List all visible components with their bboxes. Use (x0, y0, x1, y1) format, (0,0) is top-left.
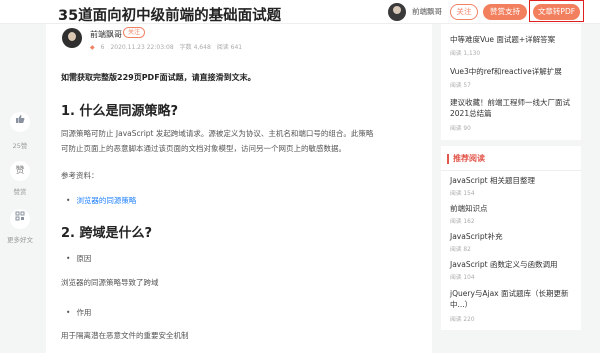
page-scrollbar[interactable] (590, 24, 600, 353)
recommended-item-title[interactable]: jQuery与Ajax 面试题库（长期更新 (450, 289, 569, 299)
recommended-item-reads: 阅读 154 (450, 191, 475, 197)
likes-count: 6 (100, 44, 105, 51)
heading-same-origin: 1. 什么是同源策略? (61, 104, 179, 119)
grid-icon (15, 211, 25, 224)
related-item-title[interactable]: 建议收藏！前端工程师一线大厂面试 (450, 98, 570, 108)
left-action-rail: 25赞 赞 赞赏 更多好文 (0, 24, 44, 353)
bullet-reason: 原因 (66, 253, 91, 264)
recommended-item-title[interactable]: 前端知识点 (450, 204, 488, 214)
like-count: 25赞 (12, 142, 28, 150)
top-header: 35道面向初中级前端的基础面试题 前端飘哥 关注 赞赏支持 文章转PDF (0, 0, 600, 24)
recommended-heading: 推荐阅读 (447, 154, 485, 164)
recommended-item-title[interactable]: JavaScript 函数定义与函数调用 (450, 260, 557, 270)
article-meta: ◆ 6 2020.11.23 22:03:08 字数 4,648 阅读 641 (90, 42, 248, 51)
related-item-title-cont[interactable]: 2021总结篇 (450, 109, 492, 119)
publish-date: 2020.11.23 22:03:08 (110, 44, 174, 51)
reference-item: 浏览器的同源策略 (66, 195, 136, 206)
like-button[interactable] (10, 112, 30, 132)
recommended-item-reads: 阅读 162 (450, 219, 475, 225)
reward-label: 赞赏 (13, 188, 27, 196)
reward-icon: 赞 (15, 166, 25, 176)
article-author-name[interactable]: 前端飘哥 (90, 29, 122, 40)
pdf-notice: 如需获取完整版229页PDF面试题，请直接滑到文末。 (61, 73, 256, 82)
recommended-item-reads: 阅读 82 (450, 247, 471, 253)
paragraph-line: 可防止页面上的恶意脚本通过该页面的文档对象模型，访问另一个网页上的敏感数据。 (61, 144, 346, 153)
related-item-reads: 阅读 57 (450, 83, 471, 89)
author-avatar[interactable] (388, 3, 406, 21)
more-articles-label: 更多好文 (7, 236, 33, 244)
bullet-purpose: 作用 (66, 307, 91, 318)
paragraph-purpose: 用于隔离潜在恶意文件的重要安全机制 (61, 331, 189, 340)
page-title: 35道面向初中级前端的基础面试题 (58, 8, 282, 24)
read-count: 阅读 641 (216, 44, 243, 51)
related-item-reads: 阅读 90 (450, 126, 471, 132)
thumbs-up-icon (15, 115, 25, 127)
recommended-item-title[interactable]: JavaScript 相关题目整理 (450, 176, 535, 186)
paragraph-reason: 浏览器的同源策略导致了跨域 (61, 278, 159, 287)
recommended-item-title-cont[interactable]: 中...） (450, 300, 472, 310)
article-body: 前端飘哥 关注 ◆ 6 2020.11.23 22:03:08 字数 4,648 阅读 … (46, 24, 432, 353)
reward-button[interactable]: 赞 (10, 161, 30, 181)
follow-button[interactable]: 关注 (450, 4, 478, 20)
recommended-item-reads: 阅读 104 (450, 275, 475, 281)
recommended-item-reads: 阅读 220 (450, 317, 475, 323)
word-count: 字数 4,648 (179, 44, 211, 51)
header-author-name[interactable]: 前端飘哥 (412, 6, 442, 17)
heading-cross-origin: 2. 跨域是什么? (61, 226, 153, 241)
diamond-icon: ◆ (90, 44, 95, 51)
paragraph-line: 同源策略可防止 JavaScript 发起跨域请求。源被定义为协议、主机名和端口… (61, 129, 374, 138)
support-button[interactable]: 赞赏支持 (483, 4, 527, 20)
article-author-avatar[interactable] (62, 28, 82, 48)
reference-label: 参考资料： (61, 171, 99, 180)
recommended-panel: 推荐阅读 JavaScript 相关题目整理 阅读 154 前端知识点 阅读 1… (441, 146, 581, 330)
related-item-title[interactable]: Vue3中的ref和reactive详解扩展 (450, 67, 562, 77)
pdf-highlight-box: 文章转PDF (529, 0, 584, 22)
related-item-reads: 阅读 1,130 (450, 51, 481, 57)
reference-link[interactable]: 浏览器的同源策略 (76, 196, 136, 205)
related-item-title[interactable]: 中等难度Vue 面试题+详解答案 (450, 35, 555, 45)
recommended-item-title[interactable]: JavaScript补充 (450, 232, 503, 242)
divider (441, 170, 581, 171)
related-articles-panel: 中等难度Vue 面试题+详解答案 阅读 1,130 Vue3中的ref和reac… (441, 24, 581, 140)
more-articles-button[interactable] (10, 209, 30, 229)
article-follow-button[interactable]: 关注 (123, 27, 146, 38)
pdf-convert-button[interactable]: 文章转PDF (533, 4, 580, 20)
